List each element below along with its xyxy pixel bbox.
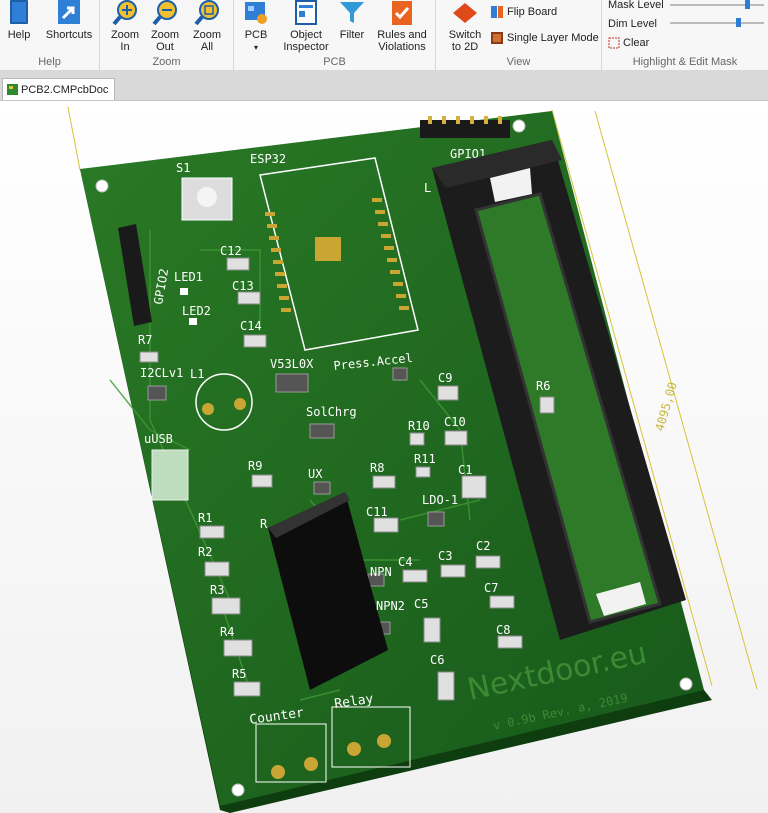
silk-npn2: NPN2 [376, 599, 405, 613]
led1 [180, 288, 188, 295]
silk-v53l0x: V53L0X [270, 357, 314, 371]
mask-level-slider[interactable] [670, 0, 764, 9]
silk-esp32: ESP32 [250, 152, 286, 166]
silk-c5: C5 [414, 597, 428, 611]
switch-to-2d-button[interactable]: Switch to 2D [442, 0, 488, 53]
rules-violations-button[interactable]: Rules and Violations [374, 0, 430, 53]
zoom-group: Zoom In Zoom Out Zoom All Zoom [100, 0, 234, 70]
zoom-all-icon [194, 0, 219, 26]
dim-level-slider[interactable] [670, 18, 764, 27]
silk-r9: R9 [248, 459, 262, 473]
single-layer-mode-button[interactable]: Single Layer Mode [490, 31, 599, 45]
document-tab-pcb2[interactable]: PCB2.CMPcbDoc [2, 78, 116, 100]
ribbon-toolbar: Help Shortcuts Help Zoom In Zoom Out Zoo… [0, 0, 768, 71]
flip-board-icon [491, 6, 503, 18]
silk-c1: C1 [458, 463, 472, 477]
silk-l1: L1 [190, 367, 204, 381]
switch-s1-cap [197, 187, 217, 207]
inductor-l1-pad [202, 403, 214, 415]
filter-button[interactable]: Filter [334, 0, 370, 41]
zoom-in-icon [112, 0, 137, 26]
mask-level-thumb[interactable] [745, 0, 751, 9]
zoom-group-label: Zoom [152, 56, 181, 68]
inductor-l1-pad [234, 398, 246, 410]
zoom-all-button[interactable]: Zoom All [190, 0, 224, 53]
silk-usb: uUSB [144, 432, 173, 446]
silk-led1: LED1 [174, 270, 203, 284]
single-layer-icon [491, 32, 503, 44]
flip-board-button[interactable]: Flip Board [490, 5, 557, 19]
silk-c12: C12 [220, 244, 242, 258]
silk-ux: UX [308, 467, 323, 481]
silk-c7: C7 [484, 581, 498, 595]
silk-c4: C4 [398, 555, 412, 569]
silk-c3: C3 [438, 549, 452, 563]
silk-r11: R11 [414, 452, 436, 466]
silk-r2: R2 [198, 545, 212, 559]
silk-r1: R1 [198, 511, 212, 525]
rules-checklist-icon [392, 1, 412, 25]
silk-c6: C6 [430, 653, 444, 667]
pcb-button[interactable]: PCB ▾ [238, 0, 274, 54]
zoom-out-button[interactable]: Zoom Out [148, 0, 182, 53]
dim-level-label: Dim Level [608, 18, 657, 30]
usb-connector [151, 449, 189, 501]
mask-level-label: Mask Level [608, 0, 664, 11]
led2 [189, 318, 197, 325]
switch-2d-icon [453, 3, 477, 23]
clear-mask-icon [608, 37, 620, 49]
silk-r10: R10 [408, 419, 430, 433]
silk-c10: C10 [444, 415, 466, 429]
silk-c11: C11 [366, 505, 388, 519]
silk-ldo1: LDO-1 [422, 493, 458, 507]
mask-group-label: Highlight & Edit Mask [632, 56, 738, 68]
mask-group: Mask Level Dim Level Clear Highlight & E… [602, 0, 768, 70]
filter-funnel-icon [340, 2, 364, 23]
silk-c14: C14 [240, 319, 262, 333]
silk-r8: R8 [370, 461, 384, 475]
pcb-3d-scene[interactable]: 4095,00 GPIO1 L S1 ESP32 GPIO2 C12 LED1 … [0, 101, 768, 813]
object-inspector-icon [295, 0, 317, 25]
pcb-group: PCB ▾ Object Inspector Filter Rules and … [234, 0, 436, 70]
zoom-in-button[interactable]: Zoom In [108, 0, 142, 53]
help-group: Help Shortcuts Help [0, 0, 100, 70]
view-group: Switch to 2D Flip Board Single Layer Mod… [436, 0, 602, 70]
object-inspector-button[interactable]: Object Inspector [278, 0, 334, 53]
chevron-down-icon: ▾ [253, 43, 258, 52]
silk-c2: C2 [476, 539, 490, 553]
pcb-document-icon [7, 84, 18, 95]
help-group-label: Help [38, 56, 61, 68]
document-tab-bar: PCB2.CMPcbDoc [0, 70, 768, 101]
clear-button[interactable]: Clear [608, 37, 649, 49]
silk-c9: C9 [438, 371, 452, 385]
silk-c13: C13 [232, 279, 254, 293]
silk-r4: R4 [220, 625, 234, 639]
silk-r5: R5 [232, 667, 246, 681]
silk-r7: R7 [138, 333, 152, 347]
silk-r3: R3 [210, 583, 224, 597]
header-gpio1 [420, 120, 510, 138]
pcb-settings-icon [245, 2, 267, 24]
view-group-label: View [506, 56, 531, 68]
silk-r6: R6 [536, 379, 550, 393]
silk-npn: NPN [370, 565, 392, 579]
shortcuts-button[interactable]: Shortcuts [44, 0, 94, 41]
silk-c8: C8 [496, 623, 510, 637]
pcb-group-label: PCB [323, 56, 346, 68]
esp32-chip [315, 237, 341, 261]
dimension-label: 4095,00 [652, 380, 679, 432]
silk-solchrg: SolChrg [306, 405, 357, 419]
silk-i2clv1: I2CLv1 [140, 366, 183, 380]
silk-led2: LED2 [182, 304, 211, 318]
silk-r-small: R [260, 517, 268, 531]
shortcut-arrow-icon [58, 0, 80, 24]
pcb-3d-view[interactable]: 4095,00 GPIO1 L S1 ESP32 GPIO2 C12 LED1 … [0, 101, 768, 813]
silk-l: L [424, 181, 431, 195]
help-icon [10, 0, 28, 24]
help-button[interactable]: Help [4, 0, 34, 41]
dim-level-thumb[interactable] [735, 18, 741, 27]
zoom-out-icon [152, 0, 177, 26]
silk-s1: S1 [176, 161, 190, 175]
